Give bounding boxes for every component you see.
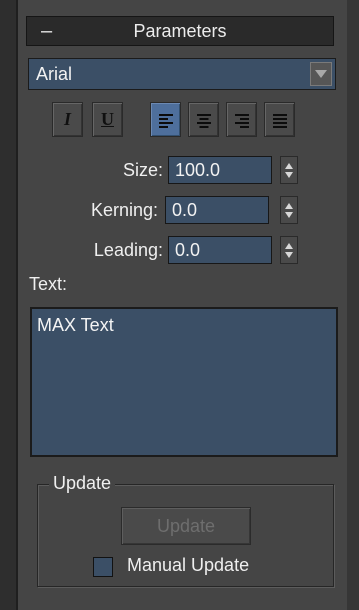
italic-icon: I	[63, 109, 71, 129]
align-left-icon	[158, 113, 173, 128]
manual-update-label[interactable]: Manual Update	[127, 555, 249, 576]
size-input[interactable]: 100.0	[168, 156, 272, 184]
update-button[interactable]: Update	[121, 507, 251, 545]
size-row: Size:	[0, 155, 163, 185]
panel-scrollbar[interactable]	[347, 0, 359, 610]
leading-input[interactable]: 0.0	[168, 236, 272, 264]
chevron-down-icon[interactable]	[310, 62, 332, 86]
text-input-area[interactable]: MAX Text	[30, 307, 338, 457]
kerning-row: Kerning:	[0, 195, 158, 225]
spinner-up-icon	[285, 162, 293, 169]
leading-label: Leading:	[93, 239, 163, 260]
justify-icon	[272, 113, 287, 128]
spinner-down-icon	[285, 211, 293, 218]
leading-row: Leading:	[0, 235, 163, 265]
text-label: Text:	[29, 274, 68, 294]
underline-button[interactable]: U	[92, 102, 123, 137]
spinner-up-icon	[285, 202, 293, 209]
spinner-down-icon	[285, 171, 293, 178]
rollout-title: Parameters	[133, 20, 227, 41]
justify-button[interactable]	[264, 102, 295, 137]
size-label: Size:	[122, 159, 163, 180]
align-left-button[interactable]	[150, 102, 181, 137]
kerning-spinner[interactable]	[280, 196, 298, 224]
italic-button[interactable]: I	[52, 102, 83, 137]
parameters-rollout-header[interactable]: – Parameters	[26, 16, 334, 46]
size-spinner[interactable]	[280, 156, 298, 184]
underline-icon: U	[101, 109, 114, 129]
align-right-button[interactable]	[226, 102, 257, 137]
font-dropdown-value: Arial	[36, 63, 73, 84]
font-dropdown[interactable]: Arial	[28, 58, 336, 90]
left-panel-border	[0, 0, 18, 610]
align-center-icon	[196, 113, 211, 128]
update-group-legend: Update	[49, 473, 116, 494]
leading-spinner[interactable]	[280, 236, 298, 264]
align-center-button[interactable]	[188, 102, 219, 137]
align-right-icon	[234, 113, 249, 128]
spinner-up-icon	[285, 242, 293, 249]
kerning-label: Kerning:	[90, 199, 158, 220]
manual-update-checkbox[interactable]	[93, 557, 113, 577]
collapse-icon[interactable]: –	[41, 20, 52, 43]
spinner-down-icon	[285, 251, 293, 258]
kerning-input[interactable]: 0.0	[165, 196, 269, 224]
